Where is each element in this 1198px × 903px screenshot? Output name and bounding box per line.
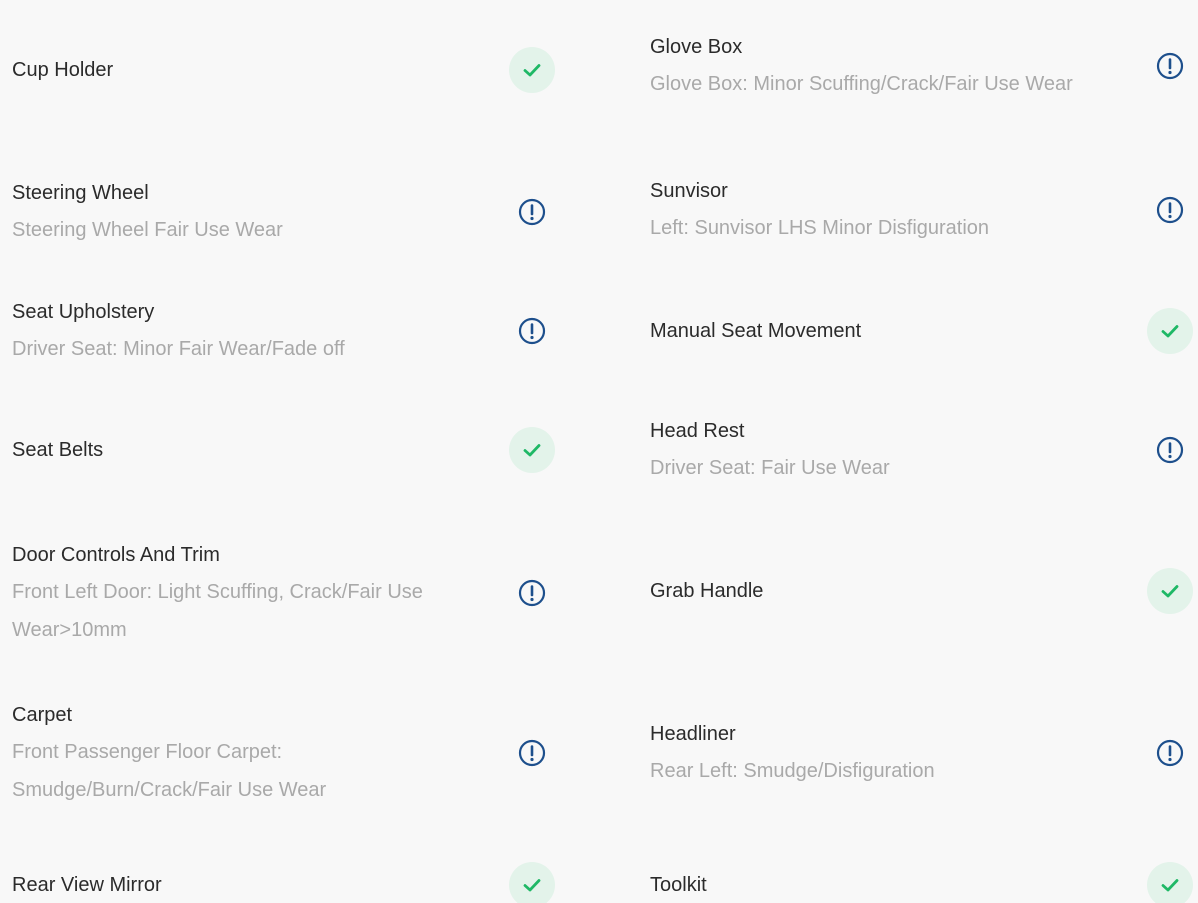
item-text: Seat Belts xyxy=(12,432,103,468)
exclamation-circle-icon xyxy=(509,730,555,776)
check-icon xyxy=(509,47,555,93)
check-icon xyxy=(509,862,555,903)
item-detail: Steering Wheel Fair Use Wear xyxy=(12,219,283,241)
item-text: Seat Upholstery Driver Seat: Minor Fair … xyxy=(12,294,345,368)
item-title: Seat Belts xyxy=(12,439,104,461)
item-title: Seat Upholstery xyxy=(12,301,155,323)
check-icon xyxy=(509,427,555,473)
item-detail: Glove Box: Minor Scuffing/Crack/Fair Use… xyxy=(650,73,1073,95)
item-title: Headliner xyxy=(650,723,736,745)
item-text: Sunvisor Left: Sunvisor LHS Minor Disfig… xyxy=(650,173,989,247)
exclamation-circle-icon xyxy=(509,308,555,354)
item-text: Toolkit xyxy=(650,867,707,903)
exclamation-circle-icon xyxy=(509,570,555,616)
checklist-item-manual-seat-movement[interactable]: Manual Seat Movement xyxy=(650,308,1195,354)
item-title: Sunvisor xyxy=(650,180,728,202)
checklist-item-head-rest[interactable]: Head Rest Driver Seat: Fair Use Wear xyxy=(650,410,1195,490)
item-title: Carpet xyxy=(12,704,73,726)
item-title: Grab Handle xyxy=(650,580,764,602)
checklist-item-carpet[interactable]: Carpet Front Passenger Floor Carpet: Smu… xyxy=(12,692,557,814)
checklist-item-seat-belts[interactable]: Seat Belts xyxy=(12,427,557,473)
item-title: Toolkit xyxy=(650,874,707,896)
checklist-item-seat-upholstery[interactable]: Seat Upholstery Driver Seat: Minor Fair … xyxy=(12,290,557,372)
check-icon xyxy=(1147,568,1193,614)
item-text: Glove Box Glove Box: Minor Scuffing/Crac… xyxy=(650,29,1110,103)
exclamation-circle-icon xyxy=(1147,187,1193,233)
item-text: Grab Handle xyxy=(650,573,763,609)
item-detail: Rear Left: Smudge/Disfiguration xyxy=(650,760,935,782)
item-title: Steering Wheel xyxy=(12,182,149,204)
item-text: Door Controls And Trim Front Left Door: … xyxy=(12,537,472,649)
item-title: Glove Box xyxy=(650,36,743,58)
checklist-item-sunvisor[interactable]: Sunvisor Left: Sunvisor LHS Minor Disfig… xyxy=(650,170,1195,250)
exclamation-circle-icon xyxy=(1147,427,1193,473)
item-text: Headliner Rear Left: Smudge/Disfiguratio… xyxy=(650,716,935,790)
check-icon xyxy=(1147,862,1193,903)
checklist-item-steering-wheel[interactable]: Steering Wheel Steering Wheel Fair Use W… xyxy=(12,172,557,252)
item-title: Cup Holder xyxy=(12,59,114,81)
checklist-item-headliner[interactable]: Headliner Rear Left: Smudge/Disfiguratio… xyxy=(650,713,1195,793)
item-detail: Front Left Door: Light Scuffing, Crack/F… xyxy=(12,581,423,641)
item-detail: Driver Seat: Fair Use Wear xyxy=(650,457,890,479)
check-icon xyxy=(1147,308,1193,354)
item-title: Manual Seat Movement xyxy=(650,320,862,342)
item-text: Head Rest Driver Seat: Fair Use Wear xyxy=(650,413,890,487)
exclamation-circle-icon xyxy=(1147,730,1193,776)
item-text: Rear View Mirror xyxy=(12,867,162,903)
checklist-item-rear-view-mirror[interactable]: Rear View Mirror xyxy=(12,862,557,903)
checklist-item-glove-box[interactable]: Glove Box Glove Box: Minor Scuffing/Crac… xyxy=(650,5,1195,127)
item-text: Manual Seat Movement xyxy=(650,313,861,349)
checklist-item-toolkit[interactable]: Toolkit xyxy=(650,862,1195,903)
item-title: Head Rest xyxy=(650,420,745,442)
checklist-item-grab-handle[interactable]: Grab Handle xyxy=(650,568,1195,614)
exclamation-circle-icon xyxy=(1147,43,1193,89)
item-text: Cup Holder xyxy=(12,52,113,88)
exclamation-circle-icon xyxy=(509,189,555,235)
checklist-item-cup-holder[interactable]: Cup Holder xyxy=(12,47,557,93)
item-text: Carpet Front Passenger Floor Carpet: Smu… xyxy=(12,697,422,809)
inspection-checklist: Cup Holder Steering Wheel Steering Wheel… xyxy=(0,0,1198,903)
item-detail: Left: Sunvisor LHS Minor Disfiguration xyxy=(650,217,990,239)
checklist-item-door-controls-and-trim[interactable]: Door Controls And Trim Front Left Door: … xyxy=(12,532,557,654)
item-title: Rear View Mirror xyxy=(12,874,162,896)
item-title: Door Controls And Trim xyxy=(12,544,220,566)
item-detail: Driver Seat: Minor Fair Wear/Fade off xyxy=(12,338,345,360)
item-detail: Front Passenger Floor Carpet: Smudge/Bur… xyxy=(12,741,327,801)
item-text: Steering Wheel Steering Wheel Fair Use W… xyxy=(12,175,283,249)
